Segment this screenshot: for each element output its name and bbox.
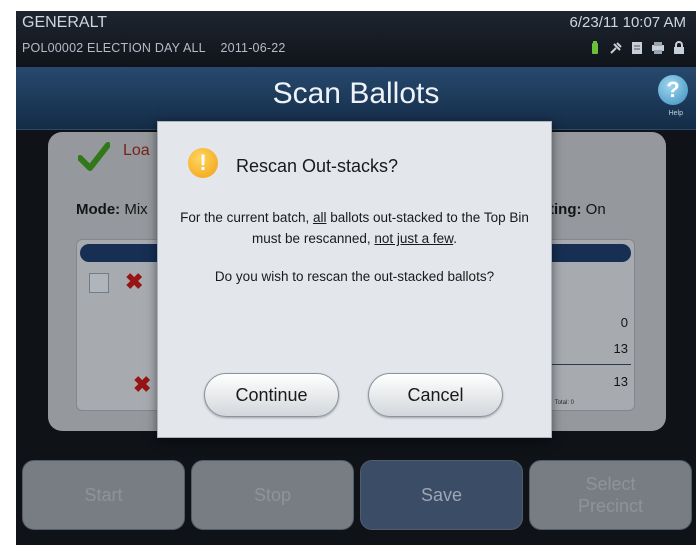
lock-icon xyxy=(672,41,686,55)
page-title: Scan Ballots xyxy=(272,77,440,110)
printer-icon xyxy=(651,41,665,55)
date-time: 6/23/11 10:07 AM xyxy=(569,14,686,31)
status-bar: GENERALT POL00002 ELECTION DAY ALL 2011-… xyxy=(16,11,696,67)
election-date: 2011-06-22 xyxy=(220,41,286,55)
continue-button[interactable]: Continue xyxy=(204,373,339,417)
dialog-title: Rescan Out-stacks? xyxy=(236,156,399,176)
rescan-dialog: ! Rescan Out-stacks? For the current bat… xyxy=(157,121,552,438)
help-button[interactable]: ? xyxy=(658,75,688,105)
warning-icon: ! xyxy=(188,148,218,178)
election-info: POL00002 ELECTION DAY ALL 2011-06-22 xyxy=(22,41,286,55)
cancel-button[interactable]: Cancel xyxy=(368,373,503,417)
election-name: POL00002 ELECTION DAY ALL xyxy=(22,41,206,55)
document-icon xyxy=(630,41,644,55)
device-name: GENERALT xyxy=(22,14,108,31)
question-mark-icon: ? xyxy=(666,77,680,102)
status-icons xyxy=(588,41,686,55)
plug-icon xyxy=(609,41,623,55)
dialog-question: Do you wish to rescan the out-stacked ba… xyxy=(214,269,495,284)
dialog-message: For the current batch, all ballots out-s… xyxy=(180,210,529,246)
battery-icon xyxy=(588,41,602,55)
help-label: Help xyxy=(668,110,683,117)
